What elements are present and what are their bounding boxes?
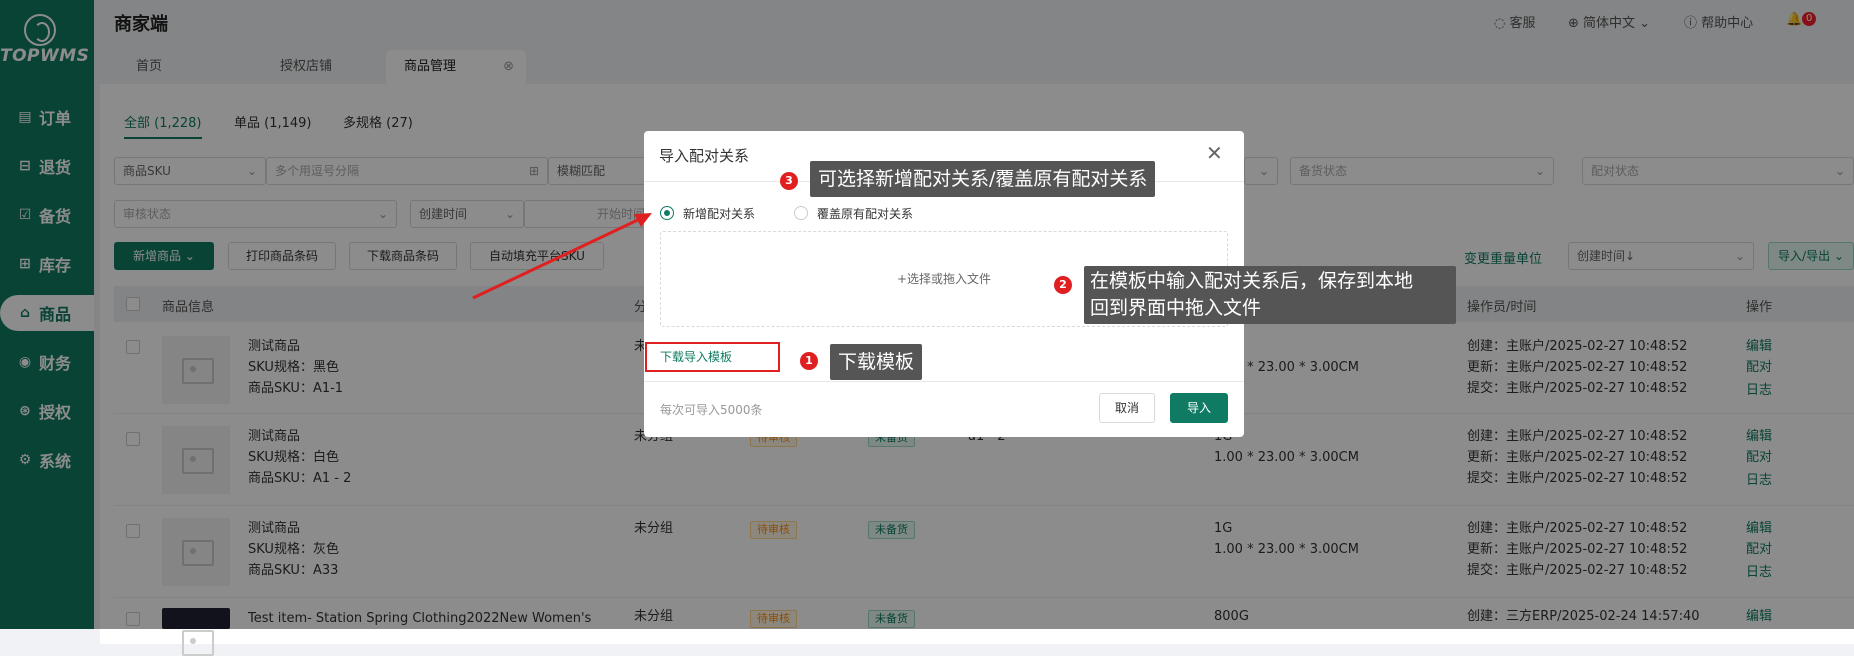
step-1-callout: 下载模板 (830, 344, 923, 380)
step-3-callout: 可选择新增配对关系/覆盖原有配对关系 (810, 161, 1156, 197)
step-2-callout: 在模板中输入配对关系后，保存到本地 回到界面中拖入文件 (1084, 266, 1456, 324)
step-2-marker: 2 (1054, 276, 1072, 294)
step-1-marker: 1 (800, 352, 818, 370)
step-3-marker: 3 (780, 172, 798, 190)
annotation-arrow (472, 213, 652, 300)
arrow-line (472, 216, 643, 300)
